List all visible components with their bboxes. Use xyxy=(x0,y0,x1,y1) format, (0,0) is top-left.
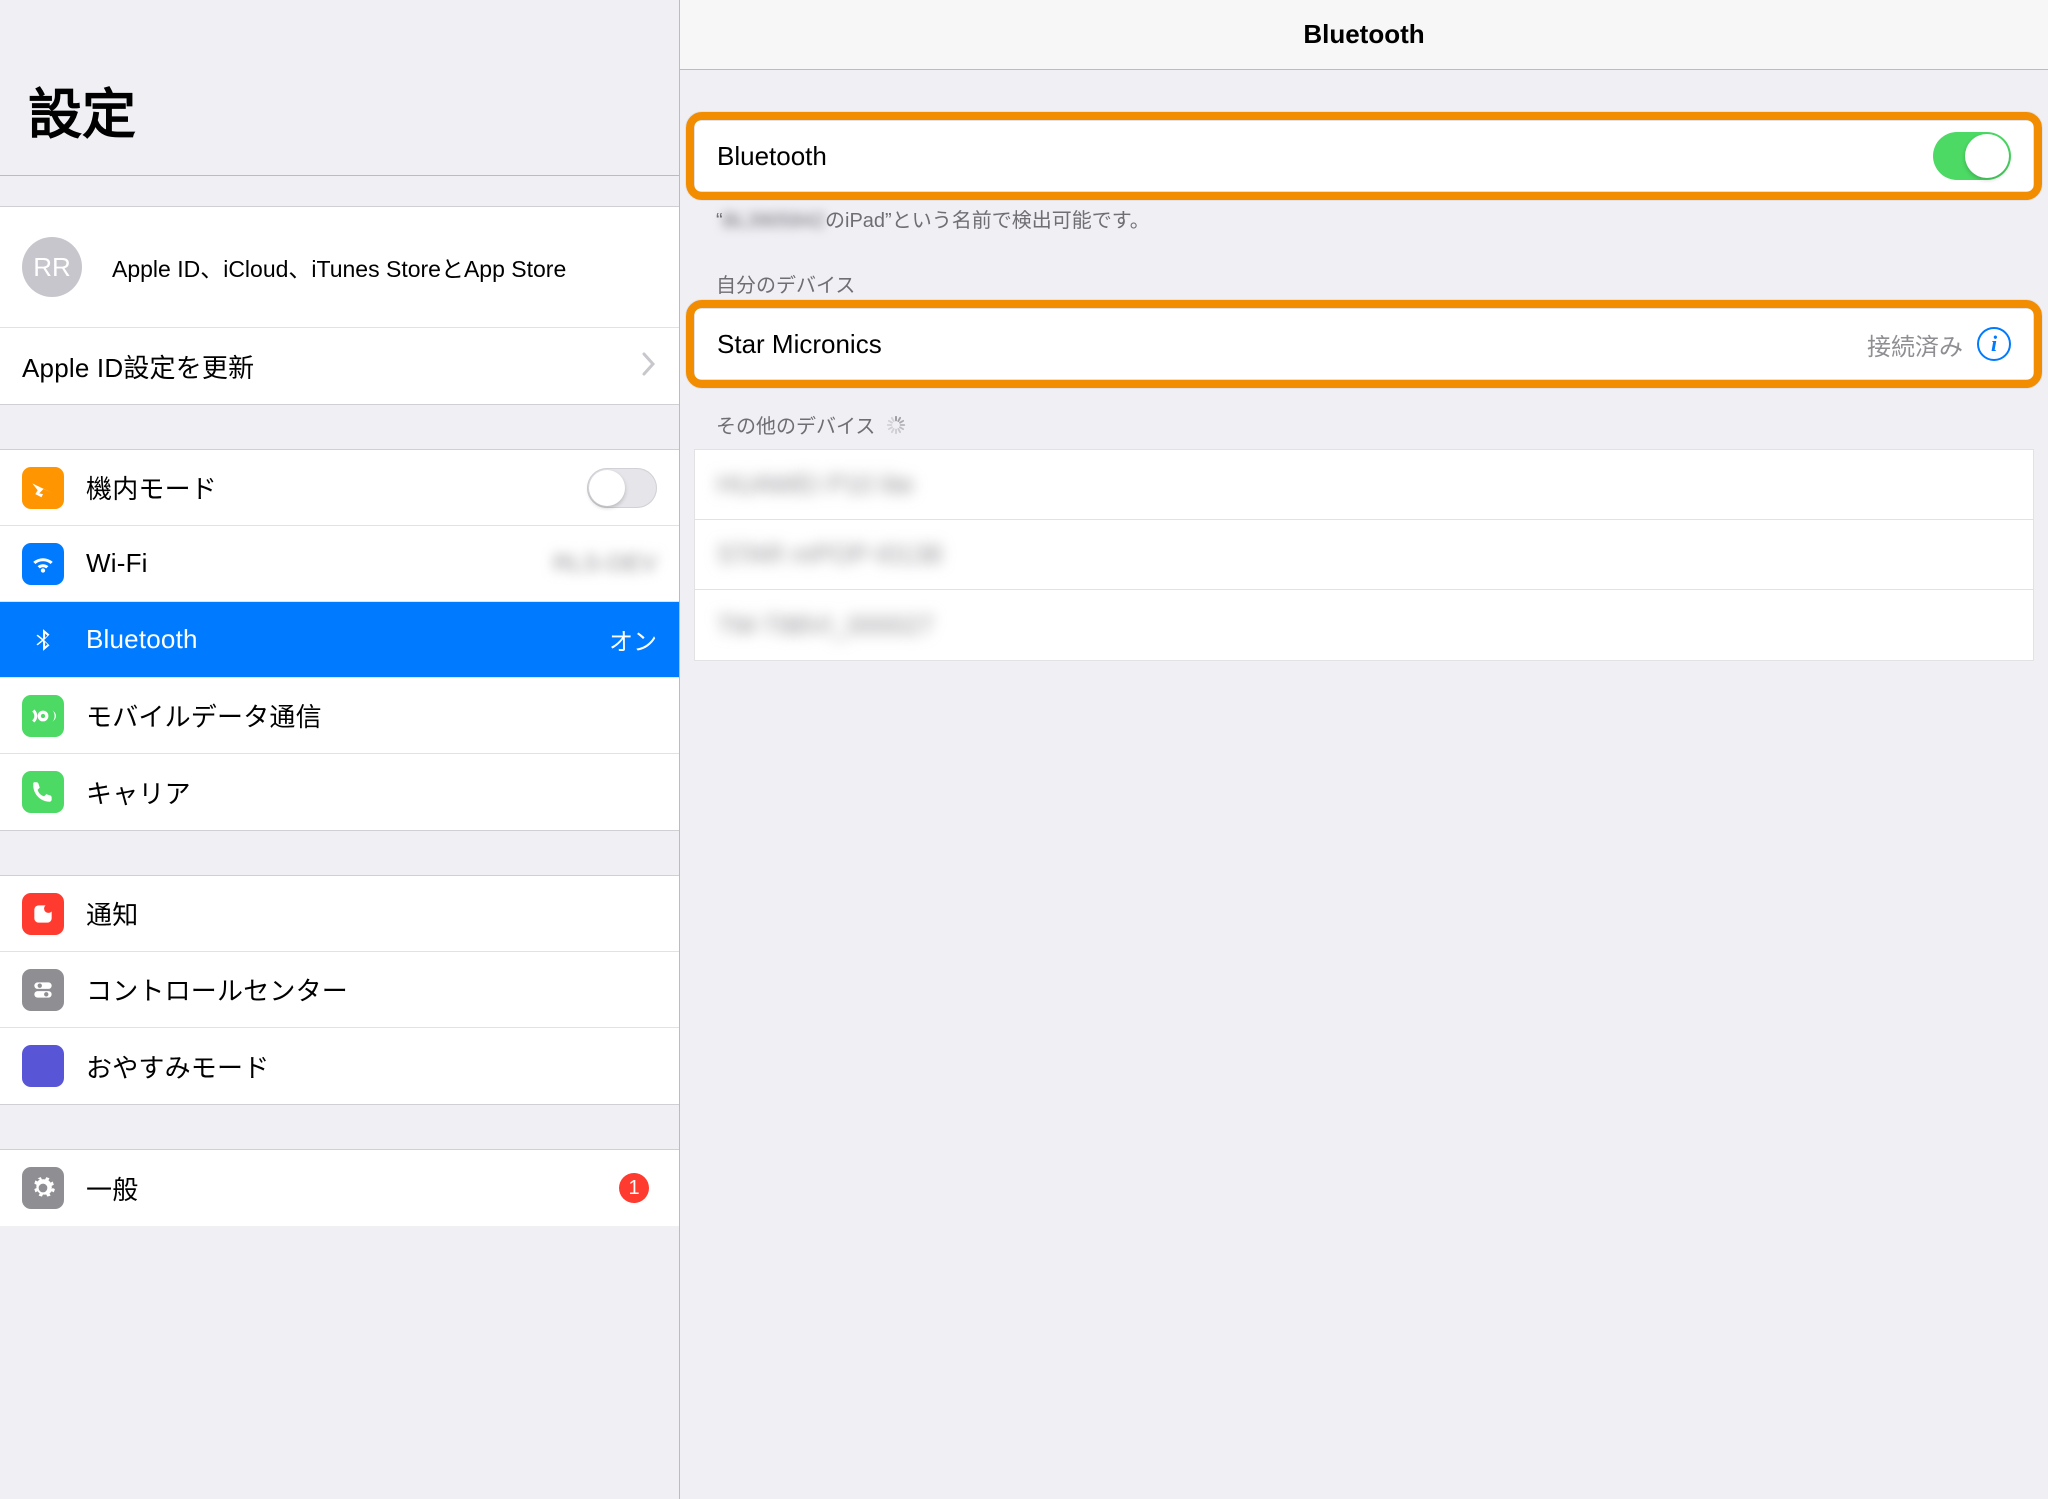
settings-sidebar: 設定 RR Apple ID、iCloud、iTunes StoreとApp S… xyxy=(0,0,680,1499)
sidebar-item-notifications[interactable]: 通知 xyxy=(0,876,679,952)
bluetooth-toggle-highlight: Bluetooth xyxy=(694,120,2034,192)
device-status: 接続済み xyxy=(1867,327,1963,362)
sidebar-item-general[interactable]: 一般 1 xyxy=(0,1150,679,1226)
phone-icon xyxy=(22,771,64,813)
chevron-right-icon xyxy=(641,351,657,382)
device-name: STAR mPOP-I0138 xyxy=(717,539,942,570)
other-device-row[interactable]: TM-T88VI_000027 xyxy=(695,590,2033,660)
sidebar-item-airplane[interactable]: 機内モード xyxy=(0,450,679,526)
bluetooth-toggle-row[interactable]: Bluetooth xyxy=(695,121,2033,191)
wifi-value: RLS-DEV xyxy=(553,550,657,578)
moon-icon xyxy=(22,1045,64,1087)
my-devices-header: 自分のデバイス xyxy=(694,239,2034,308)
notification-icon xyxy=(22,893,64,935)
general-badge: 1 xyxy=(619,1173,649,1203)
bluetooth-switch[interactable] xyxy=(1933,132,2011,180)
spinner-icon xyxy=(885,414,907,436)
wifi-icon xyxy=(22,543,64,585)
other-device-row[interactable]: STAR mPOP-I0138 xyxy=(695,520,2033,590)
control-center-icon xyxy=(22,969,64,1011)
apple-id-profile[interactable]: RR Apple ID、iCloud、iTunes StoreとApp Stor… xyxy=(0,207,679,328)
profile-subtitle: Apple ID、iCloud、iTunes StoreとApp Store xyxy=(112,250,566,284)
airplane-switch[interactable] xyxy=(587,468,657,508)
cellular-icon xyxy=(22,695,64,737)
bluetooth-icon xyxy=(22,619,64,661)
device-name: Star Micronics xyxy=(717,329,882,360)
detail-title: Bluetooth xyxy=(680,0,2048,70)
bluetooth-detail: Bluetooth Bluetooth “BL3905842のiPad”という名… xyxy=(680,0,2048,1499)
sidebar-item-carrier[interactable]: キャリア xyxy=(0,754,679,830)
sidebar-item-cellular[interactable]: モバイルデータ通信 xyxy=(0,678,679,754)
device-name: HUAWEI P10 lite xyxy=(717,469,914,500)
airplane-icon xyxy=(22,467,64,509)
gear-icon xyxy=(22,1167,64,1209)
settings-title: 設定 xyxy=(0,0,679,176)
sidebar-item-dnd[interactable]: おやすみモード xyxy=(0,1028,679,1104)
info-icon[interactable]: i xyxy=(1977,327,2011,361)
device-name: TM-T88VI_000027 xyxy=(717,610,934,641)
bluetooth-value: オン xyxy=(609,622,657,657)
my-device-row[interactable]: Star Micronics 接続済み i xyxy=(695,309,2033,379)
apple-id-update-row[interactable]: Apple ID設定を更新 xyxy=(0,328,679,404)
avatar: RR xyxy=(22,237,82,297)
sidebar-item-bluetooth[interactable]: Bluetooth オン xyxy=(0,602,679,678)
apple-id-update-label: Apple ID設定を更新 xyxy=(22,348,254,385)
discoverable-caption: “BL3905842のiPad”という名前で検出可能です。 xyxy=(694,192,2034,239)
sidebar-item-control-center[interactable]: コントロールセンター xyxy=(0,952,679,1028)
other-devices-header: その他のデバイス xyxy=(694,380,2034,449)
my-device-highlight: Star Micronics 接続済み i xyxy=(694,308,2034,380)
other-device-row[interactable]: HUAWEI P10 lite xyxy=(695,450,2033,520)
sidebar-item-wifi[interactable]: Wi-Fi RLS-DEV xyxy=(0,526,679,602)
